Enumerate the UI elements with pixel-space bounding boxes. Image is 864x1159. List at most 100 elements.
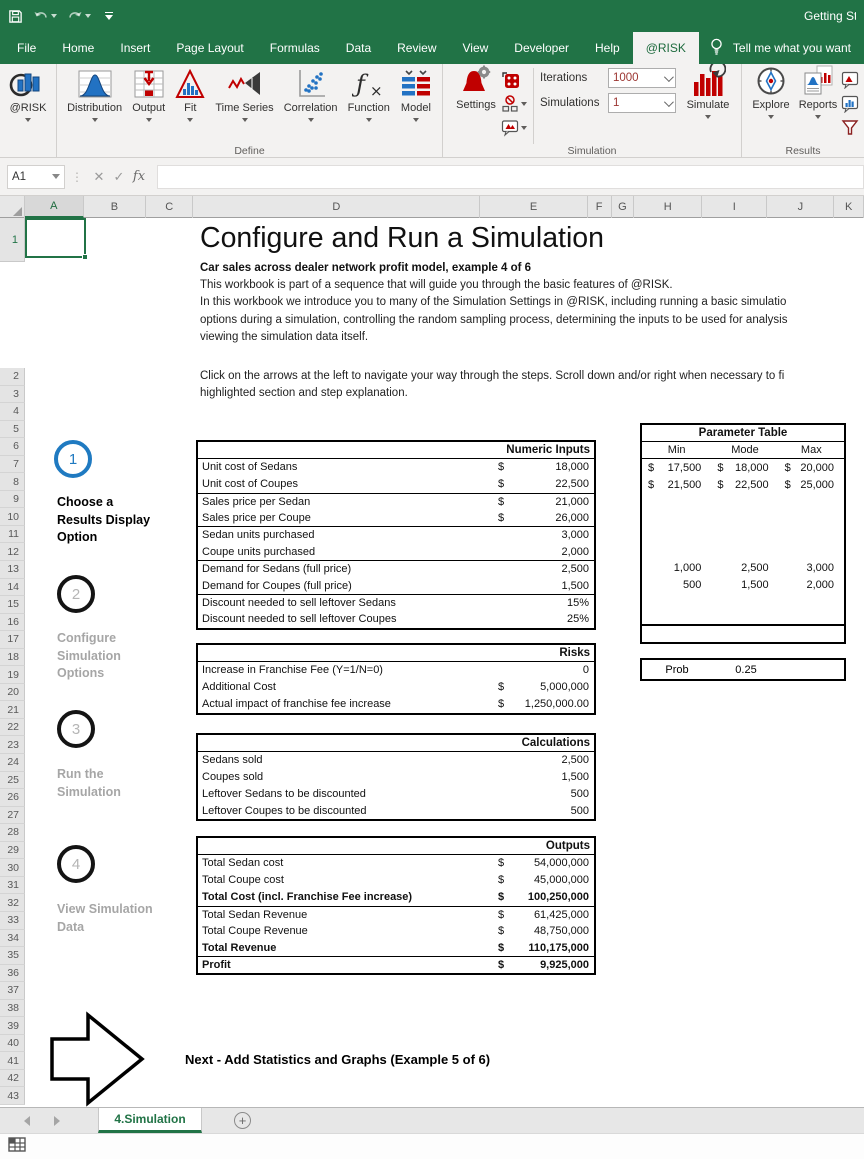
row-header[interactable]: 2 xyxy=(0,368,25,386)
row-header[interactable]: 13 xyxy=(0,561,25,579)
row-header[interactable]: 19 xyxy=(0,666,25,684)
customize-qat-icon[interactable] xyxy=(105,12,113,21)
name-box-caret[interactable] xyxy=(52,174,60,179)
tab-insert[interactable]: Insert xyxy=(107,32,163,64)
row-header[interactable]: 15 xyxy=(0,596,25,614)
table-header[interactable]: Numeric Inputs xyxy=(198,442,594,459)
simulations-dropdown[interactable]: 1 xyxy=(608,93,676,113)
row-header[interactable]: 41 xyxy=(0,1052,25,1070)
row-header[interactable]: 26 xyxy=(0,789,25,807)
col-header-B[interactable]: B xyxy=(84,196,146,218)
output-button[interactable]: Output xyxy=(132,67,165,122)
col-header-I[interactable]: I xyxy=(702,196,767,218)
window-display-options-button[interactable] xyxy=(501,93,527,114)
row-header[interactable]: 36 xyxy=(0,965,25,983)
col-header-J[interactable]: J xyxy=(767,196,834,218)
row-header[interactable]: 16 xyxy=(0,614,25,632)
tab-formulas[interactable]: Formulas xyxy=(257,32,333,64)
row-header[interactable]: 10 xyxy=(0,508,25,526)
col-max[interactable]: Max xyxy=(779,444,844,456)
row-header[interactable]: 22 xyxy=(0,719,25,737)
row-header[interactable]: 5 xyxy=(0,421,25,439)
row-header[interactable]: 33 xyxy=(0,912,25,930)
col-header-H[interactable]: H xyxy=(634,196,702,218)
row-header[interactable]: 9 xyxy=(0,491,25,509)
row-header[interactable]: 6 xyxy=(0,438,25,456)
tab-help[interactable]: Help xyxy=(582,32,633,64)
undo-caret[interactable] xyxy=(51,14,57,18)
function-button[interactable]: ƒ× Function xyxy=(348,67,390,122)
cancel-icon[interactable]: ✕ xyxy=(89,169,109,185)
row-header[interactable]: 8 xyxy=(0,473,25,491)
row-header[interactable]: 24 xyxy=(0,754,25,772)
table-header[interactable]: Risks xyxy=(198,645,594,662)
filter-button[interactable] xyxy=(841,117,859,138)
row-header[interactable]: 14 xyxy=(0,579,25,597)
col-header-G[interactable]: G xyxy=(612,196,635,218)
browse-results-blue-button[interactable] xyxy=(841,93,859,114)
tab-page-layout[interactable]: Page Layout xyxy=(163,32,256,64)
name-box[interactable]: A1 xyxy=(7,165,65,189)
row-header[interactable]: 18 xyxy=(0,649,25,667)
tab-review[interactable]: Review xyxy=(384,32,449,64)
col-header-K[interactable]: K xyxy=(834,196,864,218)
table-header[interactable]: Outputs xyxy=(198,838,594,855)
settings-button[interactable]: Settings xyxy=(451,64,501,144)
select-all-corner[interactable] xyxy=(0,196,25,218)
iterations-dropdown[interactable]: 1000 xyxy=(608,68,676,88)
reports-button[interactable]: Reports xyxy=(795,64,841,138)
row-header[interactable]: 37 xyxy=(0,982,25,1000)
tab-file[interactable]: File xyxy=(4,32,49,64)
enter-icon[interactable]: ✓ xyxy=(109,169,129,185)
redo-icon[interactable] xyxy=(67,10,91,23)
distribution-button[interactable]: Distribution xyxy=(67,67,122,122)
undo-icon[interactable] xyxy=(33,10,57,23)
sheet-tab-simulation[interactable]: 4.Simulation xyxy=(98,1108,202,1133)
worksheet[interactable]: 1 23456789101112131415161718192021222324… xyxy=(0,218,864,1107)
col-mode[interactable]: Mode xyxy=(711,444,778,456)
row-header[interactable]: 3 xyxy=(0,386,25,404)
browse-results-red-button[interactable] xyxy=(841,69,859,90)
row-header[interactable]: 28 xyxy=(0,824,25,842)
step-1-circle[interactable]: 1 xyxy=(54,440,92,478)
step-2-circle[interactable]: 2 xyxy=(57,575,95,613)
step-4-circle[interactable]: 4 xyxy=(57,845,95,883)
simulate-button[interactable]: Simulate xyxy=(678,64,738,144)
tab-home[interactable]: Home xyxy=(49,32,107,64)
row-header[interactable]: 29 xyxy=(0,842,25,860)
row-header[interactable]: 4 xyxy=(0,403,25,421)
redo-caret[interactable] xyxy=(85,14,91,18)
row-header[interactable]: 17 xyxy=(0,631,25,649)
save-icon[interactable] xyxy=(8,9,23,24)
tell-me-box[interactable]: Tell me what you want xyxy=(699,32,851,64)
col-header-E[interactable]: E xyxy=(480,196,588,218)
row-header[interactable]: 23 xyxy=(0,736,25,754)
row-header[interactable]: 34 xyxy=(0,930,25,948)
add-sheet-icon[interactable]: + xyxy=(234,1112,251,1129)
table-header[interactable]: Parameter Table xyxy=(642,425,844,442)
row-header[interactable]: 11 xyxy=(0,526,25,544)
tab-view[interactable]: View xyxy=(450,32,502,64)
row-header[interactable]: 25 xyxy=(0,772,25,790)
row-header[interactable]: 12 xyxy=(0,543,25,561)
row-header[interactable]: 21 xyxy=(0,701,25,719)
show-graph-callout-button[interactable] xyxy=(501,117,527,138)
prob-value[interactable]: 0.25 xyxy=(712,664,780,676)
row-header[interactable]: 35 xyxy=(0,947,25,965)
col-header-A[interactable]: A xyxy=(25,196,84,218)
correlation-button[interactable]: Correlation xyxy=(284,67,338,122)
row-header[interactable]: 39 xyxy=(0,1017,25,1035)
macro-record-icon[interactable] xyxy=(8,1137,26,1157)
explore-button[interactable]: Explore xyxy=(747,64,795,138)
formula-input[interactable] xyxy=(157,165,864,189)
row-header-1[interactable]: 1 xyxy=(0,218,25,262)
step-3-circle[interactable]: 3 xyxy=(57,710,95,748)
col-min[interactable]: Min xyxy=(642,444,711,456)
row-header[interactable]: 30 xyxy=(0,859,25,877)
model-button[interactable]: Model xyxy=(400,67,432,122)
fit-button[interactable]: Fit xyxy=(175,67,205,122)
table-header[interactable]: Calculations xyxy=(198,735,594,752)
atrisk-button[interactable]: @RISK xyxy=(9,67,47,122)
row-header[interactable]: 20 xyxy=(0,684,25,702)
tab-data[interactable]: Data xyxy=(333,32,384,64)
